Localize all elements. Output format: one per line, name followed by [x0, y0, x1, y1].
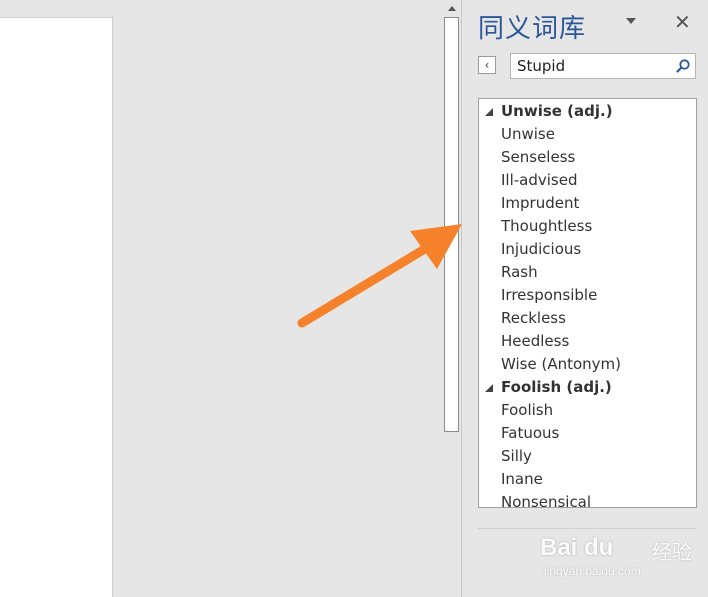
result-item[interactable]: Rash — [479, 261, 696, 284]
result-label: Unwise (adj.) — [501, 102, 613, 120]
result-label: Rash — [501, 263, 538, 281]
watermark: Bai du 经验 jingyan.baidu.com — [540, 522, 700, 582]
results-list-inner: Unwise (adj.) Unwise Senseless Ill-advised I… — [479, 100, 696, 508]
result-label: Fatuous — [501, 424, 560, 442]
result-label: Injudicious — [501, 240, 582, 258]
close-icon[interactable]: ✕ — [674, 10, 691, 34]
result-label: Wise (Antonym) — [501, 355, 622, 373]
result-item[interactable]: Foolish — [479, 399, 696, 422]
result-item[interactable]: Wise (Antonym) — [479, 353, 696, 376]
pane-title: 同义词库 — [478, 14, 587, 44]
result-label: Inane — [501, 470, 543, 488]
back-button[interactable]: ‹ — [478, 56, 496, 74]
result-item[interactable]: Irresponsible — [479, 284, 696, 307]
result-item[interactable]: Unwise — [479, 123, 696, 146]
result-item[interactable]: Fatuous — [479, 422, 696, 445]
app-window: 同义词库 ✕ ‹ Unwise (adj.) Unwise Senseless Ill… — [0, 0, 708, 597]
result-item[interactable]: Heedless — [479, 330, 696, 353]
vertical-scrollbar[interactable] — [443, 0, 461, 597]
watermark-url: jingyan.baidu.com — [544, 564, 641, 578]
result-label: Heedless — [501, 332, 570, 350]
search-input[interactable] — [517, 57, 667, 75]
result-label: Senseless — [501, 148, 576, 166]
result-label: Unwise — [501, 125, 555, 143]
result-label: Thoughtless — [501, 217, 593, 235]
watermark-brand: Bai du — [540, 534, 614, 561]
document-page[interactable] — [0, 17, 113, 597]
result-item[interactable]: Ill-advised — [479, 169, 696, 192]
result-item[interactable]: Nonsensical — [479, 491, 696, 508]
result-item[interactable]: Inane — [479, 468, 696, 491]
watermark-cn: 经验 — [652, 540, 692, 564]
result-label: Silly — [501, 447, 532, 465]
search-box[interactable] — [510, 53, 696, 79]
scroll-up-button[interactable] — [443, 0, 461, 16]
result-label: Irresponsible — [501, 286, 598, 304]
result-item[interactable]: Thoughtless — [479, 215, 696, 238]
chevron-left-icon: ‹ — [484, 58, 490, 72]
result-label: Imprudent — [501, 194, 580, 212]
scroll-up-arrow-icon — [448, 5, 456, 11]
result-label: Reckless — [501, 309, 566, 327]
result-item[interactable]: Silly — [479, 445, 696, 468]
collapse-triangle-icon[interactable] — [485, 108, 493, 116]
search-icon[interactable] — [675, 58, 691, 74]
document-canvas[interactable] — [0, 0, 443, 597]
result-label: Foolish (adj.) — [501, 378, 612, 396]
result-label: Foolish — [501, 401, 554, 419]
result-item[interactable]: Reckless — [479, 307, 696, 330]
chevron-down-icon[interactable] — [626, 18, 636, 24]
results-list[interactable]: Unwise (adj.) Unwise Senseless Ill-advised I… — [478, 98, 697, 508]
scrollbar-thumb[interactable] — [444, 17, 459, 432]
result-label: Nonsensical — [501, 493, 592, 508]
result-item[interactable]: Senseless — [479, 146, 696, 169]
result-group-header[interactable]: Foolish (adj.) — [479, 376, 696, 399]
result-item[interactable]: Injudicious — [479, 238, 696, 261]
collapse-triangle-icon[interactable] — [485, 384, 493, 392]
result-group-header[interactable]: Unwise (adj.) — [479, 100, 696, 123]
thesaurus-pane: 同义词库 ✕ ‹ Unwise (adj.) Unwise Senseless Ill… — [462, 0, 708, 597]
result-item[interactable]: Imprudent — [479, 192, 696, 215]
result-label: Ill-advised — [501, 171, 578, 189]
